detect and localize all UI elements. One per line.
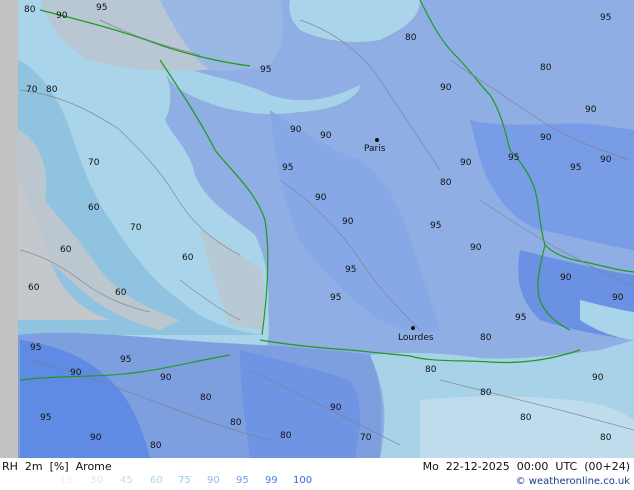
copyright-icon: ©: [515, 476, 526, 487]
map-date: Mo 22-12-2025 00:00 UTC (00+24): [422, 460, 630, 473]
contour-label: 95: [96, 3, 107, 13]
city-label-paris: Paris: [364, 144, 386, 154]
contour-label: 90: [600, 155, 612, 165]
contour-label: 90: [440, 83, 452, 93]
credit-link[interactable]: weatheronline.co.uk: [529, 476, 630, 487]
contour-label: 95: [430, 221, 441, 231]
contour-label: 80: [230, 418, 242, 428]
contour-label: 90: [160, 373, 172, 383]
contour-label: 90: [342, 217, 354, 227]
legend-value: 15: [60, 475, 73, 486]
contour-label: 80: [280, 431, 292, 441]
contour-label: 60: [182, 253, 194, 263]
contour-label: 90: [470, 243, 482, 253]
contour-label: 95: [345, 265, 356, 275]
legend-value: 75: [178, 475, 191, 486]
contour-label: 90: [56, 11, 68, 21]
contour-label: 80: [150, 441, 162, 451]
map-footer: RH 2m [%] Arome Mo 22-12-2025 00:00 UTC …: [0, 458, 634, 490]
contour-label: 95: [330, 293, 341, 303]
contour-label: 60: [60, 245, 72, 255]
contour-label: 95: [30, 343, 41, 353]
legend-value: 60: [150, 475, 163, 486]
contour-label: 70: [88, 158, 100, 168]
contour-label: 90: [320, 131, 332, 141]
contour-label: 95: [120, 355, 131, 365]
contour-label: 80: [520, 413, 532, 423]
legend-value: 45: [120, 475, 133, 486]
contour-label: 95: [570, 163, 581, 173]
contour-label: 90: [90, 433, 102, 443]
contour-label: 80: [405, 33, 417, 43]
contour-label: 80: [425, 365, 437, 375]
mediterranean-south: [420, 396, 634, 458]
contour-label: 70: [26, 85, 38, 95]
contour-label: 90: [330, 403, 342, 413]
no-data-strip: [0, 0, 18, 458]
contour-label: 90: [585, 105, 597, 115]
legend-value: 99: [265, 475, 278, 486]
lourdes-marker: [411, 326, 415, 330]
contour-label: 80: [24, 5, 36, 15]
legend-value: 100: [293, 475, 313, 486]
contour-label: 90: [315, 193, 327, 203]
contour-label: 80: [200, 393, 212, 403]
contour-label: 90: [540, 133, 552, 143]
contour-label: 80: [600, 433, 612, 443]
contour-label: 95: [260, 65, 271, 75]
paris-marker: [375, 138, 379, 142]
contour-label: 95: [600, 13, 611, 23]
contour-label: 95: [282, 163, 293, 173]
city-label-lourdes: Lourdes: [398, 333, 434, 343]
contour-label: 90: [460, 158, 472, 168]
contour-label: 70: [360, 433, 372, 443]
contour-label: 60: [28, 283, 40, 293]
contour-label: 80: [440, 178, 452, 188]
legend-value: 95: [236, 475, 249, 486]
contour-label: 90: [592, 373, 604, 383]
credit[interactable]: © weatheronline.co.uk: [516, 476, 630, 487]
legend-value: 30: [90, 475, 103, 486]
legend-value: 90: [207, 475, 220, 486]
contour-label: 70: [130, 223, 142, 233]
map-title: RH 2m [%] Arome: [2, 460, 112, 473]
contour-label: 60: [88, 203, 100, 213]
contour-label: 90: [290, 125, 302, 135]
contour-label: 60: [115, 288, 127, 298]
map-canvas: Paris Lourdes 80 90 95 70 80 70 60 70 60…: [0, 0, 634, 458]
contour-label: 80: [540, 63, 552, 73]
contour-label: 95: [515, 313, 526, 323]
contour-label: 90: [560, 273, 572, 283]
contour-label: 95: [508, 153, 519, 163]
contour-label: 95: [40, 413, 51, 423]
contour-label: 80: [480, 388, 492, 398]
contour-label: 90: [612, 293, 624, 303]
contour-label: 80: [46, 85, 58, 95]
rh-map[interactable]: Paris Lourdes 80 90 95 70 80 70 60 70 60…: [0, 0, 634, 458]
contour-label: 80: [480, 333, 492, 343]
contour-label: 90: [70, 368, 82, 378]
